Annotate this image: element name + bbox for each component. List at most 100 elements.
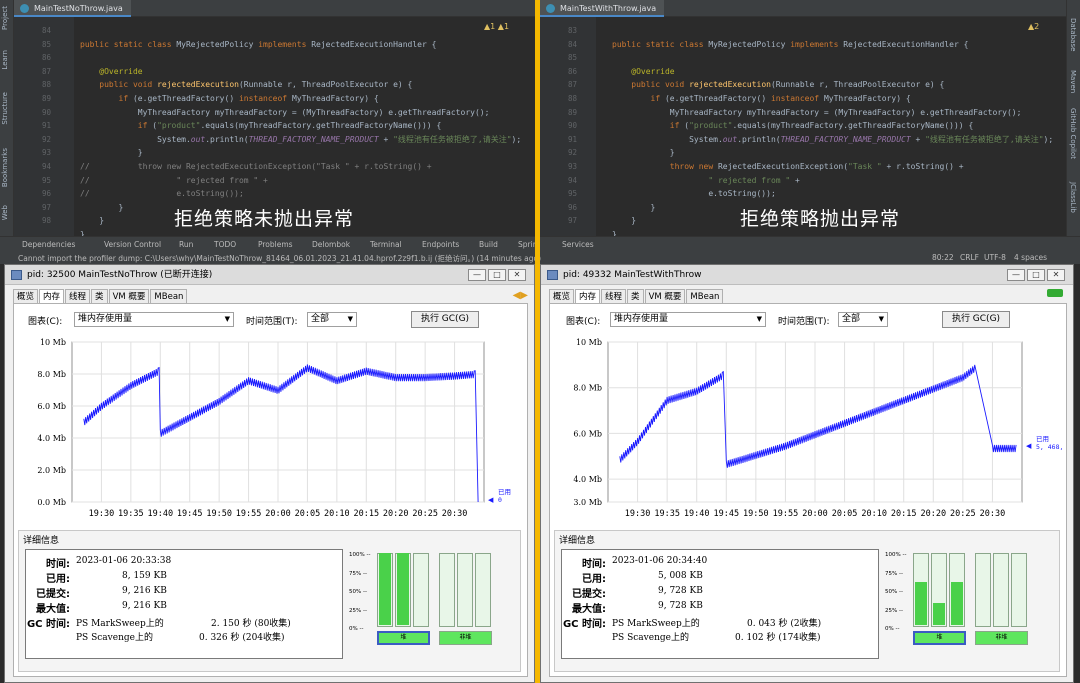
tab-main-test-with-throw[interactable]: MainTestWithThrow.java: [540, 0, 665, 17]
dependencies-button[interactable]: Dependencies: [22, 240, 75, 249]
version-control-button[interactable]: Version Control: [104, 240, 161, 249]
close-button[interactable]: ✕: [508, 269, 526, 281]
file-encoding[interactable]: UTF-8: [984, 253, 1006, 262]
memory-pool-bar[interactable]: [993, 553, 1009, 627]
max-label: 最大值:: [36, 604, 70, 615]
tab-classes[interactable]: 类: [91, 289, 108, 303]
tab-threads[interactable]: 线程: [601, 289, 627, 303]
gc-marksweep-value: 0. 043 秒 (2收集): [747, 619, 822, 629]
y-tick-label: 4.0 Mb: [37, 434, 66, 443]
heap-button[interactable]: 堆: [377, 631, 430, 645]
x-tick-label: 20:00: [265, 509, 291, 519]
disconnected-icon: ◀▶: [512, 290, 528, 301]
maven-tool[interactable]: Maven: [1069, 70, 1077, 93]
bar-scale-label: 25% --: [885, 607, 903, 614]
memory-pool-bars: 100% -- 75% -- 50% -- 25% -- 0% -- 堆非堆: [885, 549, 1057, 659]
memory-pool-bar[interactable]: [413, 553, 429, 627]
perform-gc-button[interactable]: 执行 GC(G): [942, 311, 1010, 328]
chart-select[interactable]: 堆内存使用量 ▼: [74, 312, 234, 327]
bar-scale-label: 100% --: [349, 552, 371, 558]
memory-pool-bar[interactable]: [377, 553, 393, 627]
gc-marksweep-name: PS MarkSweep上的: [76, 619, 164, 629]
chevron-down-icon: ▼: [224, 315, 230, 323]
endpoints-button[interactable]: Endpoints: [422, 240, 459, 249]
memory-pool-bar[interactable]: [395, 553, 411, 627]
tab-main-test-no-throw[interactable]: MainTestNoThrow.java: [14, 0, 131, 17]
heap-button[interactable]: 堆: [913, 631, 966, 645]
tab-mbean[interactable]: MBean: [150, 289, 188, 303]
memory-pool-bar[interactable]: [949, 553, 965, 627]
memory-pool-bar[interactable]: [975, 553, 991, 627]
non-heap-button[interactable]: 非堆: [975, 631, 1028, 645]
run-button[interactable]: Run: [179, 240, 193, 249]
minimize-button[interactable]: —: [1007, 269, 1025, 281]
web-tool[interactable]: Web: [1, 205, 9, 220]
memory-pool-bar[interactable]: [457, 553, 473, 627]
tab-mbean[interactable]: MBean: [686, 289, 724, 303]
maximize-button[interactable]: □: [488, 269, 506, 281]
todo-button[interactable]: TODO: [214, 240, 236, 249]
jconsole-window-right: pid: 49332 MainTestWithThrow — □ ✕ 概览 内存线…: [540, 264, 1074, 683]
memory-pool-bars: 100% -- 75% -- 50% -- 25% -- 0% -- 堆非堆: [349, 549, 519, 659]
project-tool[interactable]: Project: [1, 6, 9, 30]
chart-label: 图表(C):: [28, 317, 63, 327]
right-editor-pane: MainTestWithThrow.java ▲2 83 84 85 86 87 88 89…: [540, 0, 1066, 236]
database-tool[interactable]: Database: [1069, 18, 1077, 51]
tab-overview[interactable]: 概览: [549, 289, 575, 303]
perform-gc-button[interactable]: 执行 GC(G): [411, 311, 479, 328]
terminal-button[interactable]: Terminal: [370, 240, 402, 249]
copilot-tool[interactable]: GitHub Copilot: [1069, 108, 1077, 159]
gc-scavenge-name: PS Scavenge上的: [612, 633, 689, 643]
caret-position[interactable]: 80:22: [932, 253, 954, 262]
maximize-button[interactable]: □: [1027, 269, 1045, 281]
tab-overview[interactable]: 概览: [13, 289, 39, 303]
tab-vm-summary[interactable]: VM 概要: [644, 289, 686, 303]
x-tick-label: 19:35: [654, 509, 680, 519]
range-select[interactable]: 全部 ▼: [307, 312, 357, 327]
chevron-down-icon: ▼: [878, 315, 884, 323]
y-tick-label: 10 Mb: [576, 338, 602, 347]
line-number: 89: [567, 107, 577, 117]
status-message[interactable]: Cannot import the profiler dump: C:\User…: [18, 253, 541, 264]
delombok-button[interactable]: Delombok: [312, 240, 350, 249]
line-separator[interactable]: CRLF: [960, 253, 979, 262]
tab-memory[interactable]: 内存: [575, 289, 601, 303]
line-number: 83: [567, 26, 577, 35]
window-title-text: pid: 32500 MainTestNoThrow (已断开连接): [27, 270, 213, 280]
memory-pool-bar[interactable]: [475, 553, 491, 627]
bar-scale-label: 75% --: [349, 570, 367, 577]
tab-classes[interactable]: 类: [627, 289, 644, 303]
memory-pool-fill: [933, 603, 945, 625]
x-tick-label: 20:10: [861, 509, 887, 519]
problems-button[interactable]: Problems: [258, 240, 293, 249]
line-number: 93: [41, 148, 51, 158]
chart-select[interactable]: 堆内存使用量 ▼: [610, 312, 766, 327]
memory-pool-bar[interactable]: [931, 553, 947, 627]
line-number: 94: [567, 175, 577, 185]
bar-scale-label: 0% --: [885, 626, 900, 632]
indent-setting[interactable]: 4 spaces: [1014, 253, 1047, 262]
services-button[interactable]: Services: [562, 240, 594, 249]
jclasslib-tool[interactable]: JClassLib: [1069, 182, 1077, 213]
tab-vm-summary[interactable]: VM 概要: [108, 289, 150, 303]
non-heap-button[interactable]: 非堆: [439, 631, 492, 645]
bookmarks-tool[interactable]: Bookmarks: [1, 148, 9, 187]
tab-threads[interactable]: 线程: [65, 289, 91, 303]
tab-memory[interactable]: 内存: [39, 289, 65, 303]
build-button[interactable]: Build: [479, 240, 498, 249]
status-bar: Cannot import the profiler dump: C:\User…: [0, 252, 1080, 264]
close-button[interactable]: ✕: [1047, 269, 1065, 281]
x-tick-label: 20:25: [412, 509, 438, 519]
memory-pool-bar[interactable]: [913, 553, 929, 627]
learn-tool[interactable]: Learn: [1, 50, 9, 70]
memory-panel: 图表(C): 堆内存使用量 ▼ 时间范围(T): 全部 ▼ 执行 GC(G) 3.0…: [549, 303, 1067, 677]
memory-pool-fill: [379, 553, 391, 625]
structure-tool[interactable]: Structure: [1, 92, 9, 125]
gc-time-label: GC 时间:: [562, 619, 606, 630]
minimize-button[interactable]: —: [468, 269, 486, 281]
legend-value: 5, 468, 072: [1036, 443, 1062, 451]
line-number: 94: [41, 162, 51, 171]
memory-pool-bar[interactable]: [439, 553, 455, 627]
range-select[interactable]: 全部 ▼: [838, 312, 888, 327]
memory-pool-bar[interactable]: [1011, 553, 1027, 627]
